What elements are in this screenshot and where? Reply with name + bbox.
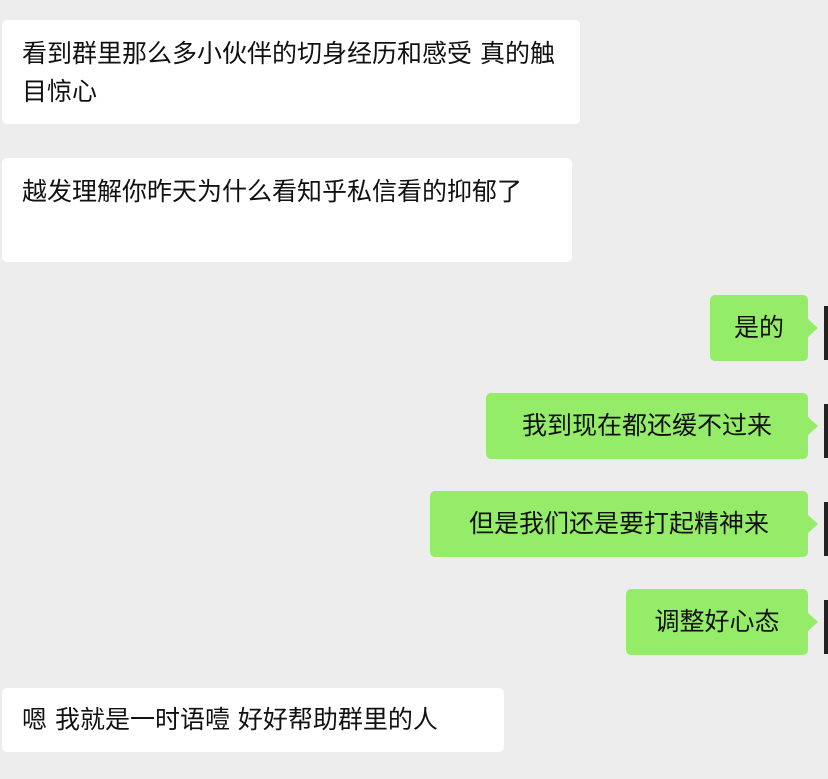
chat-message-list[interactable]: 看到群里那么多小伙伴的切身经历和感受 真的触目惊心 越发理解你昨天为什么看知乎私… xyxy=(0,0,828,779)
message-text: 是的 xyxy=(733,313,784,342)
outgoing-message[interactable]: 是的 xyxy=(710,295,808,361)
message-text: 嗯 我就是一时语噎 好好帮助群里的人 xyxy=(22,705,438,734)
outgoing-message[interactable]: 我到现在都还缓不过来 xyxy=(486,393,808,459)
outgoing-message[interactable]: 但是我们还是要打起精神来 xyxy=(430,491,808,557)
message-text: 看到群里那么多小伙伴的切身经历和感受 真的触目惊心 xyxy=(22,39,555,106)
message-text: 但是我们还是要打起精神来 xyxy=(468,509,769,538)
avatar-edge xyxy=(824,502,828,556)
message-text: 越发理解你昨天为什么看知乎私信看的抑郁了 xyxy=(22,177,523,206)
incoming-message[interactable]: 越发理解你昨天为什么看知乎私信看的抑郁了 xyxy=(2,158,572,262)
bubble-tail xyxy=(808,319,818,337)
message-text: 我到现在都还缓不过来 xyxy=(521,411,772,440)
incoming-message[interactable]: 看到群里那么多小伙伴的切身经历和感受 真的触目惊心 xyxy=(2,20,580,124)
avatar-edge xyxy=(824,404,828,458)
bubble-tail xyxy=(808,417,818,435)
avatar-edge xyxy=(824,306,828,360)
bubble-tail xyxy=(808,613,818,631)
message-text: 调整好心态 xyxy=(654,607,780,636)
incoming-message[interactable]: 嗯 我就是一时语噎 好好帮助群里的人 xyxy=(2,688,504,752)
outgoing-message[interactable]: 调整好心态 xyxy=(626,589,808,655)
bubble-tail xyxy=(808,515,818,533)
avatar-edge xyxy=(824,600,828,654)
